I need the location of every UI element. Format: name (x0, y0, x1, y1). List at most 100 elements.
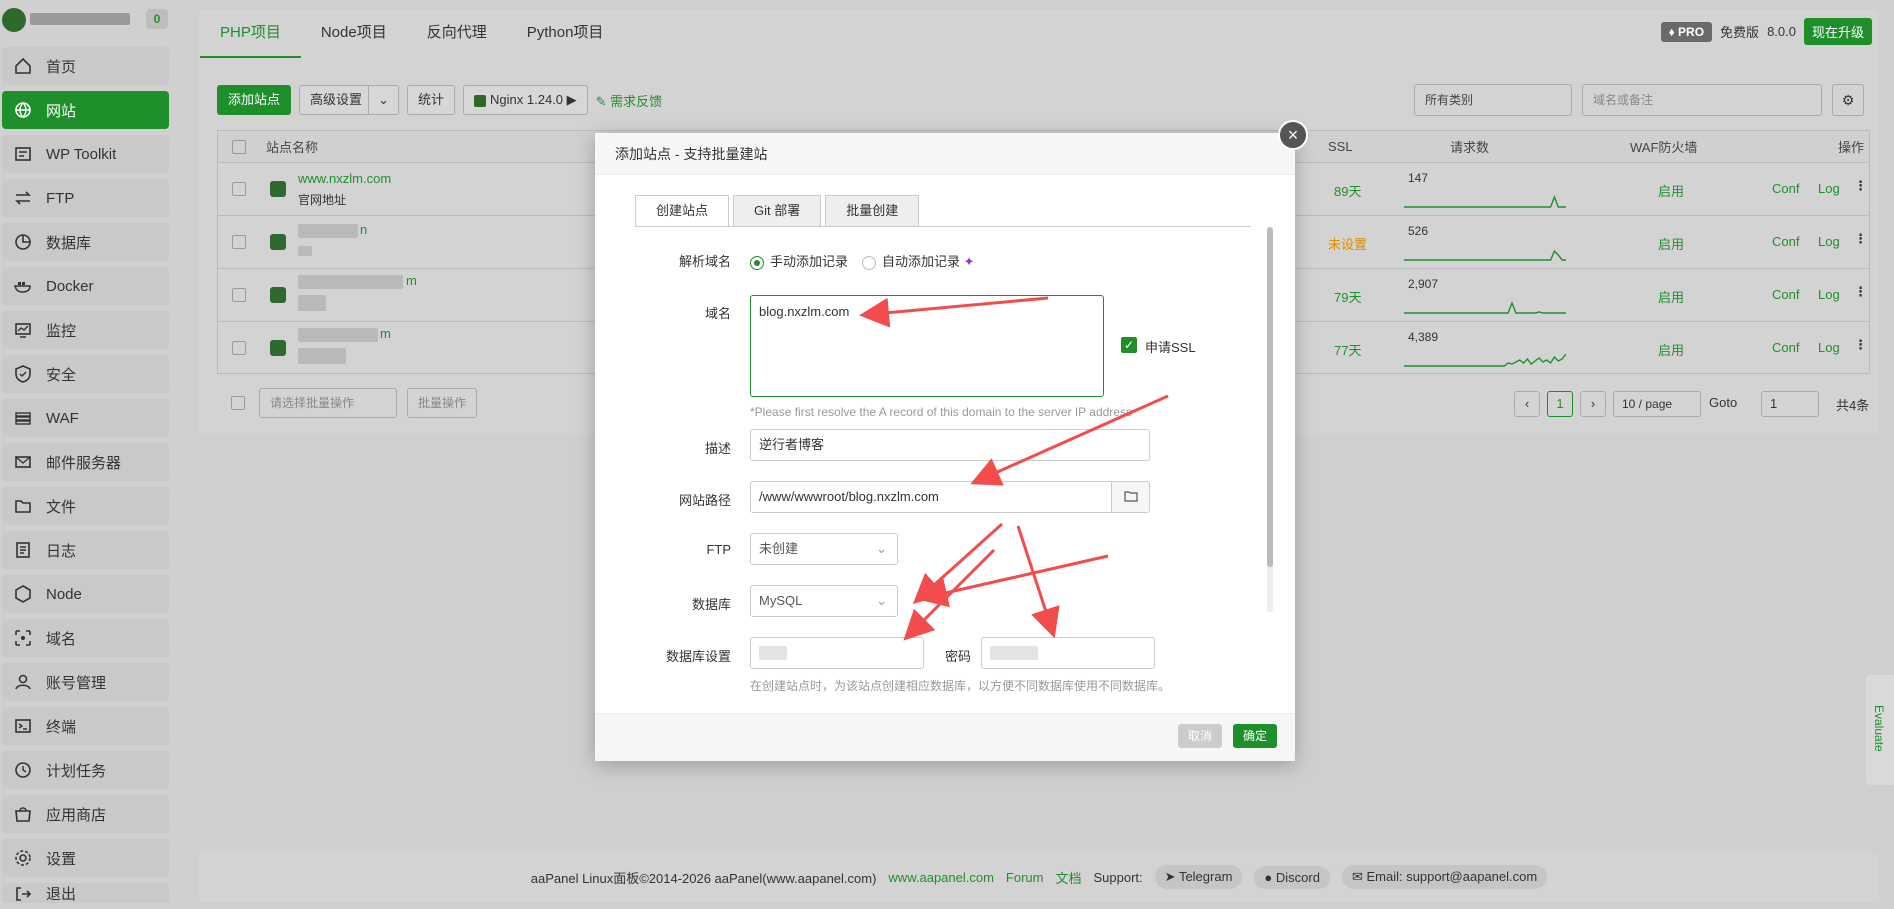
confirm-button[interactable]: 确定 (1233, 724, 1278, 748)
advanced-settings-button[interactable]: 高级设置 ⌄ (299, 85, 400, 115)
sidebar-item-domain[interactable]: 域名 (2, 619, 169, 657)
sidebar-item-accounts[interactable]: 账号管理 (2, 663, 169, 701)
site-domain-link[interactable]: n (360, 222, 367, 237)
dns-manual-option[interactable]: 手动添加记录 (750, 251, 848, 270)
sidebar-item-app-store[interactable]: 应用商店 (2, 795, 169, 833)
add-site-button[interactable]: 添加站点 (217, 85, 292, 115)
conf-link[interactable]: Conf (1772, 340, 1799, 355)
conf-link[interactable]: Conf (1772, 287, 1799, 302)
row-checkbox[interactable] (232, 341, 246, 355)
tab-node[interactable]: Node项目 (301, 14, 407, 58)
sidebar-item-home[interactable]: 首页 (2, 47, 169, 85)
description-input[interactable]: 逆行者博客 (750, 429, 1150, 461)
waf-status[interactable]: 启用 (1658, 340, 1684, 359)
sidebar-item-cron[interactable]: 计划任务 (2, 751, 169, 789)
page-number[interactable]: 1 (1547, 391, 1573, 417)
feedback-link[interactable]: ✎ 需求反馈 (596, 91, 663, 110)
tab-reverse-proxy[interactable]: 反向代理 (407, 14, 507, 58)
modal-scroll-thumb[interactable] (1267, 227, 1273, 567)
table-settings-button[interactable]: ⚙ (1832, 84, 1864, 116)
log-link[interactable]: Log (1818, 287, 1840, 302)
ssl-checkbox[interactable]: ✓ (1121, 337, 1137, 353)
email-link[interactable]: ✉ Email: support@aapanel.com (1341, 865, 1548, 889)
log-link[interactable]: Log (1818, 234, 1840, 249)
batch-select[interactable]: 请选择批量操作 (259, 388, 397, 418)
sidebar-item-wp-toolkit[interactable]: WP Toolkit (2, 135, 169, 173)
sidebar-item-ftp[interactable]: FTP (2, 179, 169, 217)
db-password-input[interactable] (981, 637, 1155, 669)
goto-input[interactable]: 1 (1761, 391, 1819, 417)
sidebar-item-waf[interactable]: WAF (2, 399, 169, 437)
footer-select-all-checkbox[interactable] (231, 396, 245, 410)
page-size-select[interactable]: 10 / page (1613, 391, 1701, 417)
tab-php[interactable]: PHP项目 (200, 14, 301, 58)
row-checkbox[interactable] (232, 182, 246, 196)
sidebar-item-logout[interactable]: 退出 (2, 883, 169, 903)
aapanel-site-link[interactable]: www.aapanel.com (888, 870, 994, 885)
tab-batch-create[interactable]: 批量创建 (825, 195, 920, 227)
more-icon[interactable]: ⋮ (1854, 231, 1867, 247)
ftp-select[interactable]: 未创建 ⌄ (750, 533, 898, 565)
row-checkbox[interactable] (232, 235, 246, 249)
ssl-days[interactable]: 89天 (1334, 181, 1361, 200)
forum-link[interactable]: Forum (1006, 870, 1044, 885)
site-domain-link[interactable]: m (406, 273, 417, 288)
ssl-days[interactable]: 77天 (1334, 340, 1361, 359)
upgrade-button[interactable]: 现在升级 (1803, 18, 1872, 45)
conf-link[interactable]: Conf (1772, 181, 1799, 196)
tab-create-site[interactable]: 创建站点 (635, 195, 730, 227)
db-username-input[interactable] (750, 637, 924, 669)
telegram-link[interactable]: ➤ Telegram (1154, 865, 1243, 889)
tab-python[interactable]: Python项目 (507, 14, 624, 58)
discord-link[interactable]: ● Discord (1254, 865, 1330, 889)
log-link[interactable]: Log (1818, 181, 1840, 196)
site-path-input[interactable]: /www/wwwroot/blog.nxzlm.com (750, 481, 1112, 513)
sidebar-item-node[interactable]: Node (2, 575, 169, 613)
more-icon[interactable]: ⋮ (1854, 337, 1867, 353)
prev-page-button[interactable]: ‹ (1514, 391, 1540, 417)
nginx-button[interactable]: Nginx 1.24.0 ▶ (463, 85, 588, 115)
tab-git-deploy[interactable]: Git 部署 (733, 195, 822, 227)
sidebar-item-settings[interactable]: 设置 (2, 839, 169, 877)
sidebar-item-docker[interactable]: Docker (2, 267, 169, 305)
more-icon[interactable]: ⋮ (1854, 284, 1867, 300)
col-ssl[interactable]: SSL (1328, 139, 1353, 154)
browse-folder-button[interactable] (1111, 481, 1150, 513)
dns-auto-option[interactable]: 自动添加记录 ✦ (862, 251, 975, 270)
col-site-name[interactable]: 站点名称 (266, 137, 318, 156)
domain-textarea[interactable]: blog.nxzlm.com (750, 295, 1104, 397)
ssl-days[interactable]: 未设置 (1328, 234, 1367, 253)
sidebar-item-website[interactable]: 网站 (2, 91, 169, 129)
row-checkbox[interactable] (232, 288, 246, 302)
docs-link[interactable]: 文档 (1055, 868, 1081, 887)
sidebar-item-database[interactable]: 数据库 (2, 223, 169, 261)
batch-operation-button[interactable]: 批量操作 (407, 388, 478, 418)
log-link[interactable]: Log (1818, 340, 1840, 355)
next-page-button[interactable]: › (1580, 391, 1606, 417)
site-domain-link[interactable]: www.nxzlm.com (298, 171, 391, 186)
col-requests[interactable]: 请求数 (1450, 137, 1489, 156)
evaluate-tab[interactable]: Evaluate (1866, 675, 1894, 785)
cancel-button[interactable]: 取消 (1178, 724, 1223, 748)
waf-status[interactable]: 启用 (1658, 287, 1684, 306)
waf-status[interactable]: 启用 (1658, 234, 1684, 253)
sidebar-item-logs[interactable]: 日志 (2, 531, 169, 569)
sidebar-item-security[interactable]: 安全 (2, 355, 169, 393)
site-domain-link[interactable]: m (380, 326, 391, 341)
ssl-days[interactable]: 79天 (1334, 287, 1361, 306)
select-all-checkbox[interactable] (232, 139, 246, 154)
waf-status[interactable]: 启用 (1658, 181, 1684, 200)
pro-badge[interactable]: ♦ PRO (1660, 21, 1713, 42)
close-modal-button[interactable]: × (1278, 120, 1308, 150)
site-search-input[interactable]: 域名或备注 (1582, 84, 1822, 116)
sidebar-item-terminal[interactable]: 终端 (2, 707, 169, 745)
category-select[interactable]: 所有类别 (1414, 84, 1572, 116)
chevron-down-icon[interactable]: ⌄ (368, 86, 398, 114)
stats-button[interactable]: 统计 (407, 85, 456, 115)
more-icon[interactable]: ⋮ (1854, 178, 1867, 194)
sidebar-item-monitor[interactable]: 监控 (2, 311, 169, 349)
modal-scrollbar[interactable] (1267, 227, 1273, 612)
sidebar-item-files[interactable]: 文件 (2, 487, 169, 525)
sidebar-item-mail[interactable]: 邮件服务器 (2, 443, 169, 481)
conf-link[interactable]: Conf (1772, 234, 1799, 249)
